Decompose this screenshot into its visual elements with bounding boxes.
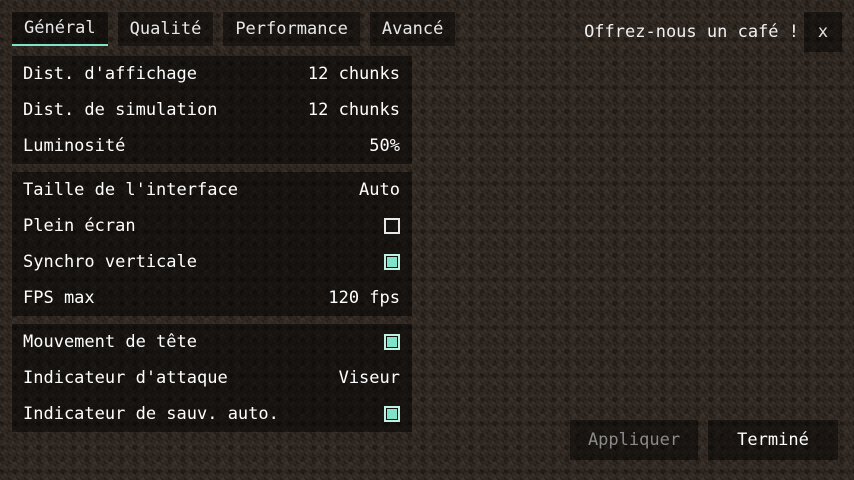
donate-link[interactable]: Offrez-nous un café ! xyxy=(584,14,801,50)
setting-label: Mouvement de tête xyxy=(23,332,197,352)
setting-label: Dist. d'affichage xyxy=(23,64,197,84)
close-icon: x xyxy=(817,22,829,42)
tab-quality[interactable]: Qualité xyxy=(117,12,214,46)
fullscreen-checkbox[interactable] xyxy=(384,218,400,234)
done-button[interactable]: Terminé xyxy=(708,420,838,460)
setting-view-bobbing[interactable]: Mouvement de tête xyxy=(12,324,412,360)
autosave-indicator-checkbox[interactable] xyxy=(384,406,400,422)
setting-value: 50% xyxy=(369,136,400,156)
tab-label: Général xyxy=(24,18,96,38)
settings-group-window: Taille de l'interface Auto Plein écran S… xyxy=(12,172,412,316)
setting-value: 120 fps xyxy=(328,288,400,308)
tab-advanced[interactable]: Avancé xyxy=(369,12,456,46)
setting-label: Indicateur de sauv. auto. xyxy=(23,404,279,424)
vsync-checkbox[interactable] xyxy=(384,254,400,270)
done-label: Terminé xyxy=(737,430,809,450)
setting-label: Taille de l'interface xyxy=(23,180,238,200)
apply-button[interactable]: Appliquer xyxy=(570,420,698,460)
settings-group-display: Dist. d'affichage 12 chunks Dist. de sim… xyxy=(12,56,412,164)
setting-brightness[interactable]: Luminosité 50% xyxy=(12,128,412,164)
close-button[interactable]: x xyxy=(804,12,842,52)
setting-label: Luminosité xyxy=(23,136,126,156)
setting-value: 12 chunks xyxy=(307,100,400,120)
setting-render-distance[interactable]: Dist. d'affichage 12 chunks xyxy=(12,56,412,92)
setting-fullscreen[interactable]: Plein écran xyxy=(12,208,412,244)
tab-general[interactable]: Général xyxy=(12,12,108,46)
setting-label: Synchro verticale xyxy=(23,252,197,272)
settings-panel: Dist. d'affichage 12 chunks Dist. de sim… xyxy=(12,56,412,432)
setting-attack-indicator[interactable]: Indicateur d'attaque Viseur xyxy=(12,360,412,396)
view-bobbing-checkbox[interactable] xyxy=(384,334,400,350)
setting-vsync[interactable]: Synchro verticale xyxy=(12,244,412,280)
settings-group-interface: Mouvement de tête Indicateur d'attaque V… xyxy=(12,324,412,432)
apply-label: Appliquer xyxy=(587,430,681,450)
setting-value: Viseur xyxy=(338,368,400,388)
tab-bar: Général Qualité Performance Avancé xyxy=(12,12,456,46)
setting-max-fps[interactable]: FPS max 120 fps xyxy=(12,280,412,316)
tab-performance[interactable]: Performance xyxy=(223,12,360,46)
tab-label: Performance xyxy=(235,19,348,39)
setting-label: Plein écran xyxy=(23,216,136,236)
setting-simulation-distance[interactable]: Dist. de simulation 12 chunks xyxy=(12,92,412,128)
donate-label: Offrez-nous un café ! xyxy=(584,22,799,42)
setting-label: Dist. de simulation xyxy=(23,100,218,120)
setting-label: FPS max xyxy=(23,288,95,308)
setting-value: Auto xyxy=(359,180,400,200)
setting-gui-scale[interactable]: Taille de l'interface Auto xyxy=(12,172,412,208)
setting-autosave-indicator[interactable]: Indicateur de sauv. auto. xyxy=(12,396,412,432)
setting-label: Indicateur d'attaque xyxy=(23,368,228,388)
setting-value: 12 chunks xyxy=(307,64,400,84)
tab-label: Avancé xyxy=(381,19,444,39)
tab-label: Qualité xyxy=(129,19,202,39)
